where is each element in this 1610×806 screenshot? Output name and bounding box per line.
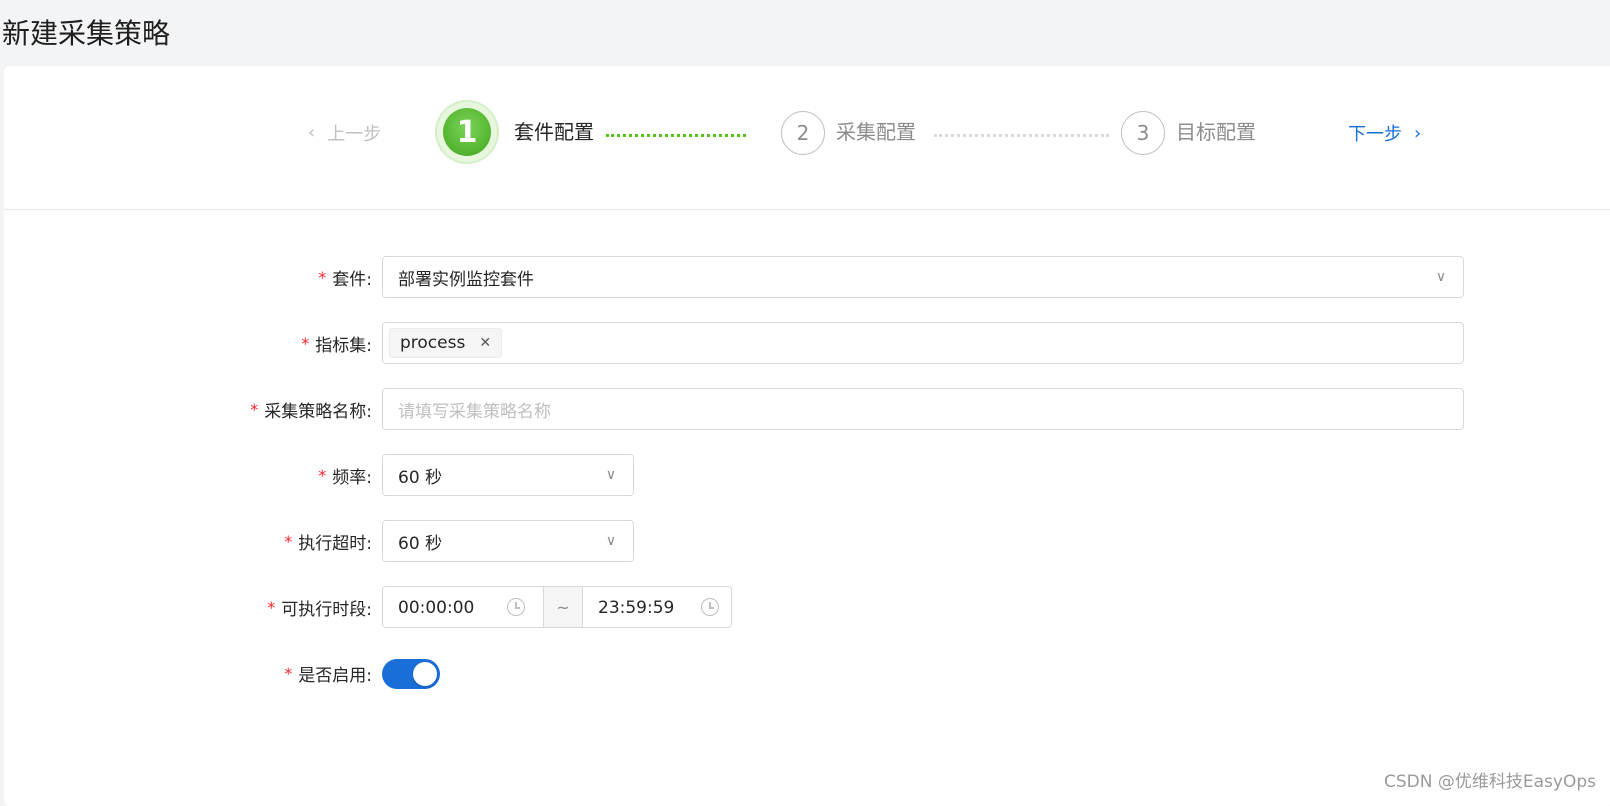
- start-time-input[interactable]: 00:00:00: [383, 587, 543, 629]
- required-mark: *: [250, 400, 258, 419]
- metric-set-row: * 指标集: process ✕: [4, 322, 1610, 364]
- close-icon[interactable]: ✕: [479, 335, 491, 351]
- time-range-picker: 00:00:00 ~ 23:59:59: [382, 586, 732, 628]
- enabled-label: 是否启用:: [298, 661, 372, 686]
- policy-name-placeholder: 请填写采集策略名称: [383, 397, 551, 422]
- timeout-value: 60 秒: [383, 529, 442, 554]
- frequency-label: 频率:: [332, 463, 372, 488]
- step-3-label: 目标配置: [1176, 118, 1256, 146]
- step-1-icon: 1: [443, 108, 491, 156]
- policy-name-input[interactable]: 请填写采集策略名称: [382, 388, 1464, 430]
- clock-icon: [701, 598, 719, 616]
- timeout-label: 执行超时:: [298, 529, 372, 554]
- required-mark: *: [318, 268, 326, 287]
- enabled-toggle[interactable]: [382, 659, 440, 689]
- policy-name-label: 采集策略名称:: [264, 397, 372, 422]
- range-separator: ~: [543, 587, 583, 627]
- metric-set-select[interactable]: process ✕: [382, 322, 1464, 364]
- required-mark: *: [267, 598, 275, 617]
- step-connector-2: [934, 134, 1109, 137]
- metric-tag-label: process: [400, 333, 465, 353]
- form-card: ‹ 上一步 1 套件配置 2 采集配置 3 目标配置 下一步 › * 套件: 部…: [4, 66, 1610, 806]
- prev-step-label: 上一步: [327, 120, 381, 146]
- watermark: CSDN @优维科技EasyOps: [1384, 767, 1596, 792]
- chevron-right-icon: ›: [1414, 123, 1421, 144]
- required-mark: *: [301, 334, 309, 353]
- metric-tag: process ✕: [389, 328, 502, 358]
- frequency-value: 60 秒: [383, 463, 442, 488]
- timeout-row: * 执行超时: 60 秒 ∨: [4, 520, 1610, 562]
- frequency-row: * 频率: 60 秒 ∨: [4, 454, 1610, 496]
- steps-bar: ‹ 上一步 1 套件配置 2 采集配置 3 目标配置 下一步 ›: [4, 66, 1610, 210]
- chevron-down-icon: ∨: [603, 467, 619, 483]
- timeout-select[interactable]: 60 秒 ∨: [382, 520, 634, 562]
- required-mark: *: [318, 466, 326, 485]
- chevron-left-icon: ‹: [308, 124, 315, 142]
- time-window-row: * 可执行时段: 00:00:00 ~ 23:59:59: [4, 586, 1610, 628]
- required-mark: *: [284, 664, 292, 683]
- suite-label: 套件:: [332, 265, 372, 290]
- step-2-icon: 2: [781, 111, 825, 155]
- chevron-down-icon: ∨: [1433, 269, 1449, 285]
- time-window-label: 可执行时段:: [281, 595, 372, 620]
- next-step-label: 下一步: [1348, 120, 1402, 146]
- next-step-button[interactable]: 下一步 ›: [1348, 120, 1421, 146]
- frequency-select[interactable]: 60 秒 ∨: [382, 454, 634, 496]
- metric-set-label: 指标集:: [315, 331, 372, 356]
- start-time-value: 00:00:00: [383, 598, 474, 618]
- clock-icon: [507, 598, 525, 616]
- suite-select[interactable]: 部署实例监控套件 ∨: [382, 256, 1464, 298]
- step-2-label: 采集配置: [836, 118, 916, 146]
- enabled-row: * 是否启用:: [4, 652, 1610, 694]
- end-time-input[interactable]: 23:59:59: [583, 587, 731, 629]
- policy-name-row: * 采集策略名称: 请填写采集策略名称: [4, 388, 1610, 430]
- toggle-knob: [413, 662, 437, 686]
- step-3-icon: 3: [1121, 111, 1165, 155]
- chevron-down-icon: ∨: [603, 533, 619, 549]
- page-title: 新建采集策略: [2, 14, 170, 54]
- step-1-label: 套件配置: [514, 118, 594, 146]
- suite-value: 部署实例监控套件: [383, 265, 534, 290]
- step-connector-1: [606, 134, 746, 137]
- end-time-value: 23:59:59: [583, 598, 674, 618]
- prev-step-button[interactable]: ‹ 上一步: [308, 120, 381, 146]
- suite-row: * 套件: 部署实例监控套件 ∨: [4, 256, 1610, 298]
- required-mark: *: [284, 532, 292, 551]
